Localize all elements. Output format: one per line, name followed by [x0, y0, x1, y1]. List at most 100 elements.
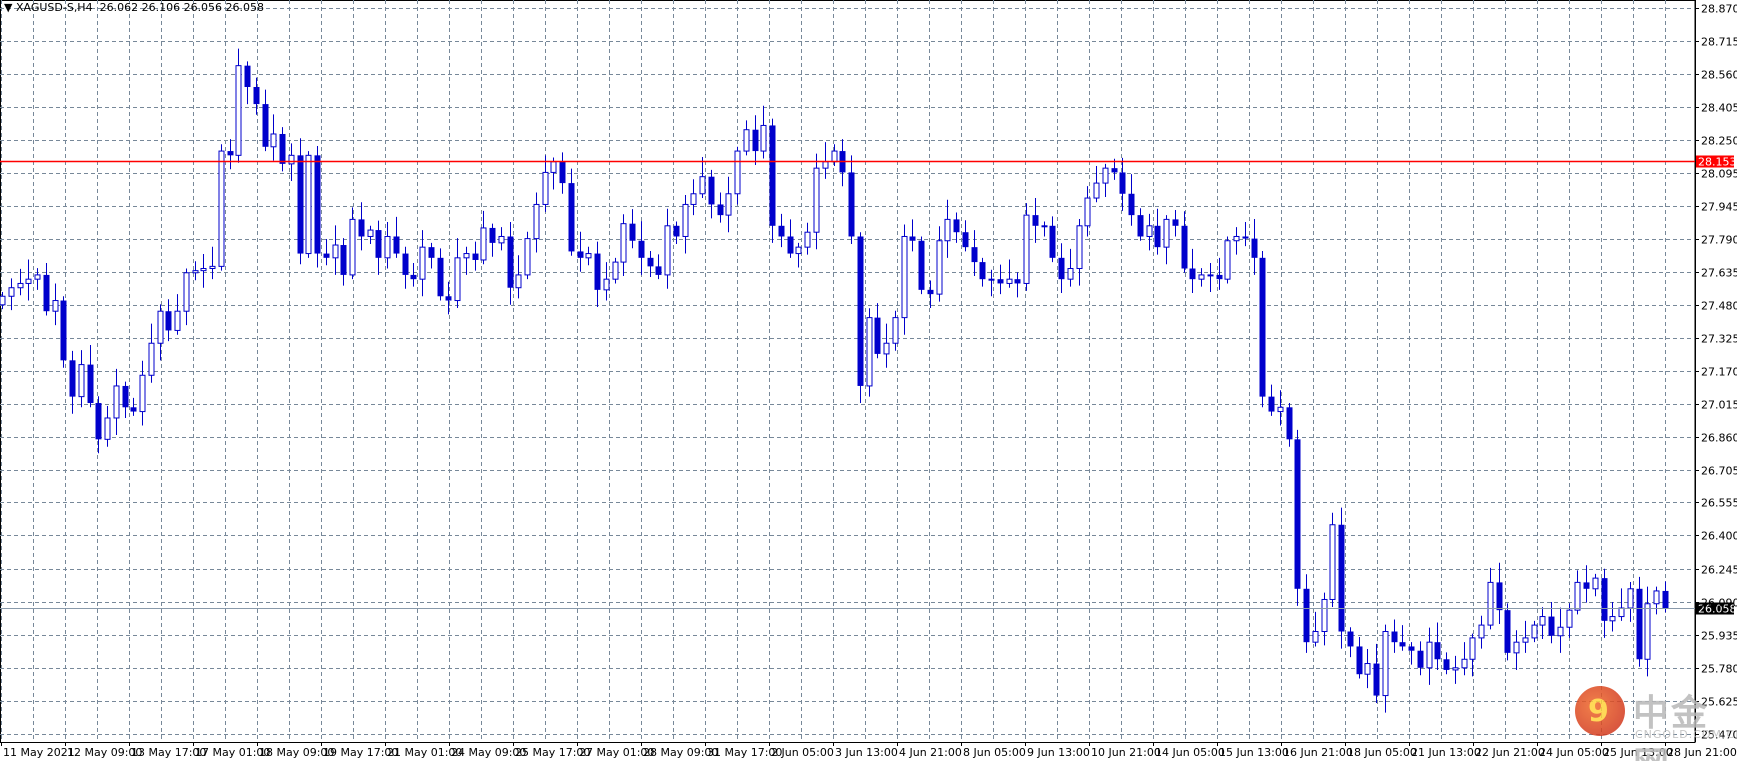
- candlestick-chart[interactable]: 28.15326.058 28.87028.71528.56028.40528.…: [0, 0, 1737, 761]
- bear-candle: [927, 280, 934, 309]
- bull-candle: [1277, 390, 1284, 426]
- candle-body: [349, 218, 356, 276]
- bull-candle: [1198, 268, 1205, 287]
- candle-body: [699, 176, 706, 195]
- bull-candle: [78, 350, 85, 408]
- candle-body: [358, 219, 365, 237]
- candle-body: [1058, 257, 1065, 280]
- candle-body: [1224, 240, 1231, 280]
- y-tick-label: 26.705: [1701, 465, 1737, 478]
- x-tick-label: 18 Jun 05:00: [1347, 746, 1417, 759]
- bear-candle: [297, 138, 304, 265]
- bear-candle: [428, 242, 435, 269]
- candle-body: [1312, 631, 1319, 643]
- bull-candle: [1224, 236, 1231, 284]
- y-tick-label: 26.860: [1701, 432, 1737, 445]
- bull-candle: [1233, 227, 1240, 255]
- bull-candle: [104, 406, 111, 447]
- candle-body: [34, 274, 41, 280]
- candle-body: [559, 161, 566, 184]
- candle-body: [314, 155, 321, 254]
- bull-candle: [1487, 567, 1494, 630]
- candle-body: [122, 385, 129, 408]
- candle-body: [979, 262, 986, 280]
- candle-body: [1452, 667, 1459, 671]
- bear-candle: [1259, 250, 1266, 408]
- candle-body: [1329, 524, 1336, 600]
- candle-body: [831, 150, 838, 163]
- candle-body: [437, 257, 444, 297]
- bear-candle: [568, 168, 575, 256]
- candle-body: [1347, 631, 1354, 647]
- candles: [0, 48, 1669, 713]
- y-tick-label: 28.870: [1701, 3, 1737, 16]
- candle-body: [1443, 659, 1450, 670]
- bear-candle: [1189, 248, 1196, 294]
- bear-candle: [909, 219, 916, 252]
- candle-body: [1644, 603, 1651, 660]
- bull-candle: [1618, 588, 1625, 621]
- bear-candle: [1032, 198, 1039, 243]
- bear-candle: [262, 89, 269, 152]
- candle-body: [148, 342, 155, 376]
- bull-candle: [157, 304, 164, 361]
- candle-body: [892, 317, 899, 344]
- candle-body: [1487, 581, 1494, 626]
- bull-candle: [1006, 259, 1013, 288]
- candle-body: [997, 279, 1004, 284]
- x-tick-label: 2 Jun 05:00: [771, 746, 834, 759]
- bear-candle: [437, 248, 444, 301]
- candle-body: [988, 278, 995, 281]
- candle-body: [410, 274, 417, 280]
- bull-candle: [1102, 163, 1109, 197]
- watermark-brand: 中金网: [1633, 693, 1710, 761]
- y-tick-label: 26.555: [1701, 497, 1737, 510]
- bull-candle: [603, 262, 610, 301]
- candle-body: [192, 270, 199, 274]
- bull-candle: [1146, 213, 1153, 251]
- triangle-down-icon[interactable]: ▼: [4, 1, 16, 14]
- candle-body: [113, 385, 120, 419]
- bear-candle: [857, 232, 864, 404]
- bear-candle: [1058, 243, 1065, 294]
- y-tick-label: 25.935: [1701, 630, 1737, 643]
- bull-candle: [1084, 186, 1091, 237]
- x-tick-label: 10 Jun 21:00: [1091, 746, 1161, 759]
- bear-candle: [323, 239, 330, 266]
- candle-body: [1496, 582, 1503, 611]
- bull-candle: [1461, 642, 1468, 676]
- candle-body: [1364, 663, 1371, 675]
- bear-candle: [402, 246, 409, 289]
- candle-body: [253, 87, 260, 105]
- candle-body: [857, 236, 864, 386]
- candle-body: [1251, 238, 1258, 258]
- candle-body: [620, 223, 627, 263]
- candle-body: [25, 278, 32, 284]
- candle-body: [918, 240, 925, 290]
- candle-body: [1181, 225, 1188, 269]
- y-tick-label: 27.015: [1701, 399, 1737, 412]
- candle-body: [498, 235, 505, 244]
- candle-body: [1539, 616, 1546, 626]
- bear-candle: [839, 139, 846, 187]
- candle-body: [822, 161, 829, 169]
- bull-candle: [612, 257, 619, 284]
- candle-body: [0, 295, 6, 306]
- candle-body: [1233, 235, 1240, 242]
- y-tick-label: 26.245: [1701, 564, 1737, 577]
- bear-candle: [778, 213, 785, 248]
- bear-candle: [410, 262, 417, 287]
- candle-body: [760, 124, 767, 152]
- bull-candle: [1513, 630, 1520, 670]
- candle-body: [542, 171, 549, 205]
- bear-candle: [769, 118, 776, 243]
- bull-candle: [52, 283, 59, 326]
- bull-candle: [332, 225, 339, 275]
- candle-body: [971, 247, 978, 263]
- candle-body: [594, 253, 601, 290]
- bull-candle: [1531, 620, 1538, 643]
- x-tick-label: 14 Jun 05:00: [1155, 746, 1225, 759]
- candle-body: [1557, 626, 1564, 637]
- candle-body: [664, 225, 671, 276]
- candle-body: [463, 253, 470, 259]
